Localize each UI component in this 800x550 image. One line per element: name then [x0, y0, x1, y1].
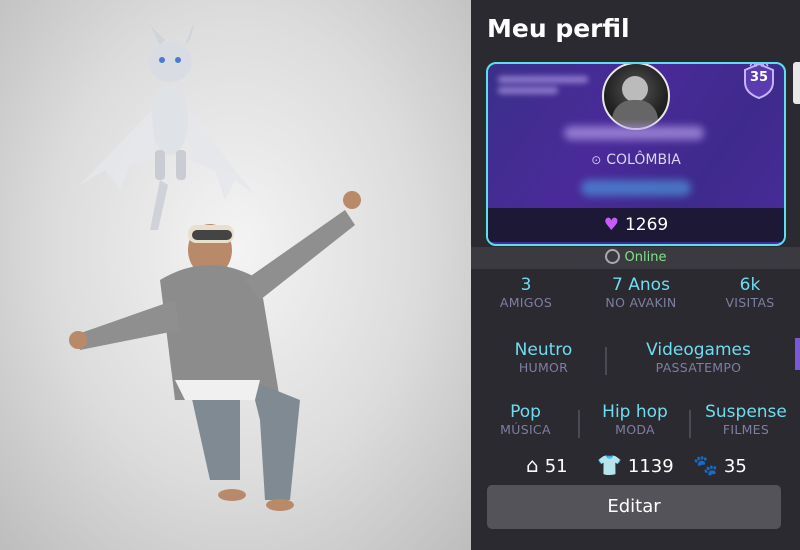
like-label: MÚSICA [500, 422, 551, 437]
edit-button[interactable]: Editar [487, 485, 781, 529]
homes-value: 51 [544, 456, 568, 477]
status-blurred [581, 180, 691, 196]
trait-label: PASSATEMPO [655, 360, 742, 375]
username-blurred [564, 126, 704, 140]
homes-count[interactable]: ⌂ 51 [526, 450, 568, 482]
clock-icon [604, 249, 620, 264]
level-number: 35 [749, 70, 769, 85]
like-value: Suspense [705, 402, 787, 422]
heart-icon: ♥ [603, 215, 619, 235]
stat-label: AMIGOS [499, 295, 553, 310]
location: ⊙ COLÔMBIA [488, 152, 784, 168]
scroll-indicator [795, 338, 800, 370]
trait-mood: Neutro HUMOR [491, 340, 596, 375]
like-label: FILMES [722, 422, 770, 437]
page-title: Meu perfil [487, 14, 630, 43]
stat-label: NO AVAKIN [605, 295, 677, 310]
stat-label: VISITAS [725, 295, 775, 310]
profile-panel: Meu perfil 35 ⊙ COLÔMBIA ♥ 1269 Online 3 A… [471, 0, 800, 550]
outfits-count[interactable]: 👕 1139 [597, 450, 674, 482]
trait-label: HUMOR [518, 360, 569, 375]
outfits-value: 1139 [627, 456, 674, 477]
trait-hobby: Videogames PASSATEMPO [621, 340, 776, 375]
divider [605, 347, 607, 375]
stat-years: 7 Anos NO AVAKIN [581, 275, 701, 310]
location-text: COLÔMBIA [606, 152, 681, 168]
like-value: Hip hop [602, 402, 668, 422]
pets-count[interactable]: 🐾 35 [693, 450, 747, 482]
location-pin-icon: ⊙ [591, 153, 602, 167]
trait-value: Neutro [514, 340, 573, 360]
player-avatar-figure [69, 191, 361, 511]
avatar-scene [0, 0, 471, 550]
pets-value: 35 [723, 456, 747, 477]
avatar[interactable] [602, 64, 670, 130]
avatar-illustration [69, 20, 361, 511]
blurred-text [498, 72, 593, 102]
divider [578, 410, 580, 438]
stat-value: 6k [739, 275, 761, 295]
likes-count: 1269 [624, 215, 669, 235]
house-icon: ⌂ [526, 453, 539, 477]
level-badge: 35 [742, 64, 776, 100]
collection-counts: ⌂ 51 👕 1139 🐾 35 [471, 450, 800, 480]
stat-value: 7 Anos [612, 275, 670, 295]
online-label: Online [624, 250, 667, 265]
shirt-icon: 👕 [597, 453, 622, 477]
like-label: MODA [615, 422, 655, 437]
stat-friends[interactable]: 3 AMIGOS [481, 275, 571, 310]
scroll-indicator [793, 62, 800, 104]
trait-value: Videogames [646, 340, 751, 360]
likes-bar: ♥ 1269 [488, 208, 784, 242]
stat-value: 3 [520, 275, 532, 295]
like-movies: Suspense FILMES [696, 402, 796, 437]
online-status: Online [471, 247, 800, 269]
like-value: Pop [510, 402, 541, 422]
dragon-pet-figure [80, 20, 255, 230]
divider [689, 410, 691, 438]
paw-icon: 🐾 [693, 453, 718, 477]
profile-card[interactable]: 35 ⊙ COLÔMBIA ♥ 1269 [486, 62, 786, 246]
like-fashion: Hip hop MODA [589, 402, 681, 437]
like-music: Pop MÚSICA [483, 402, 568, 437]
stat-visits[interactable]: 6k VISITAS [711, 275, 789, 310]
